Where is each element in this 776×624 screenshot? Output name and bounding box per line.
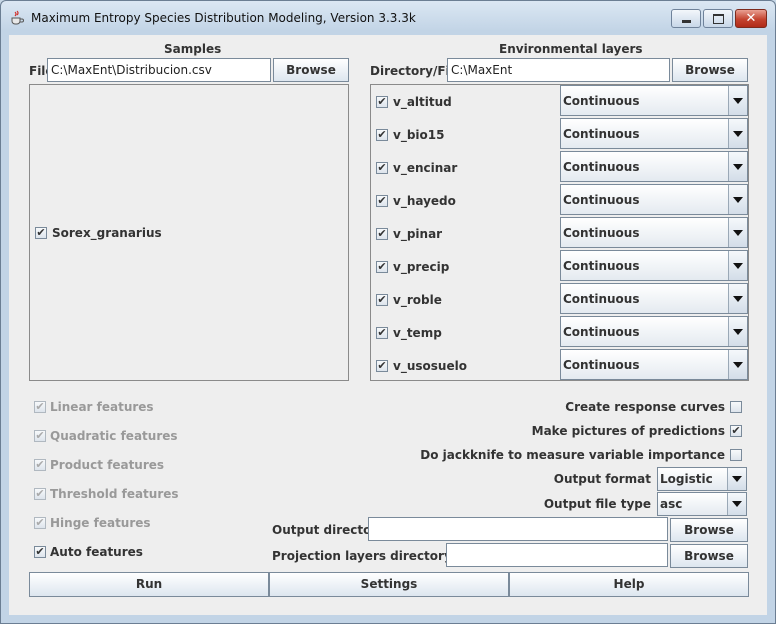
close-icon: ✕	[745, 11, 757, 26]
response-curves-checkbox[interactable]	[730, 401, 742, 413]
layer-type-select[interactable]: Continuous	[560, 85, 748, 116]
layer-checkbox[interactable]: ✔	[376, 327, 388, 339]
pictures-checkbox[interactable]: ✔	[730, 425, 742, 437]
chevron-down-icon[interactable]	[727, 493, 746, 515]
species-list: ✔ Sorex_granarius	[29, 84, 349, 381]
chevron-down-icon[interactable]	[728, 350, 747, 379]
output-type-select[interactable]: asc	[657, 492, 747, 516]
linear-features-checkbox[interactable]: ✔	[34, 401, 46, 413]
layer-type-value: Continuous	[563, 94, 640, 108]
product-features-checkbox[interactable]: ✔	[34, 459, 46, 471]
product-features-label: Product features	[50, 458, 165, 472]
settings-button[interactable]: Settings	[269, 572, 509, 597]
layer-checkbox[interactable]: ✔	[376, 195, 388, 207]
layer-type-value: Continuous	[563, 193, 640, 207]
quadratic-features-checkbox[interactable]: ✔	[34, 430, 46, 442]
layer-type-select[interactable]: Continuous	[560, 250, 748, 281]
auto-features-checkbox[interactable]: ✔	[34, 546, 46, 558]
quadratic-features-label: Quadratic features	[50, 429, 178, 443]
env-browse-button[interactable]: Browse	[672, 58, 748, 82]
layer-type-value: Continuous	[563, 358, 640, 372]
layer-name: v_hayedo	[393, 194, 456, 208]
chevron-down-icon[interactable]	[728, 119, 747, 148]
close-button[interactable]: ✕	[735, 9, 767, 28]
window-title: Maximum Entropy Species Distribution Mod…	[31, 11, 416, 25]
minimize-icon	[682, 20, 691, 23]
main-content: Samples File C:\MaxEnt\Distribucion.csv …	[9, 35, 767, 615]
pictures-label: Make pictures of predictions	[531, 424, 725, 438]
layer-type-select[interactable]: Continuous	[560, 184, 748, 215]
layer-type-select[interactable]: Continuous	[560, 217, 748, 248]
chevron-down-icon[interactable]	[728, 152, 747, 181]
env-dir-field[interactable]: C:\MaxEnt	[447, 58, 670, 82]
chevron-down-icon[interactable]	[728, 218, 747, 247]
samples-browse-button[interactable]: Browse	[273, 58, 349, 82]
layer-name: v_pinar	[393, 227, 443, 241]
output-format-select[interactable]: Logistic	[657, 467, 747, 491]
layer-checkbox[interactable]: ✔	[376, 360, 388, 372]
auto-features-label: Auto features	[50, 545, 143, 559]
projection-field[interactable]	[446, 543, 668, 567]
app-window: Maximum Entropy Species Distribution Mod…	[0, 0, 776, 624]
layer-type-value: Continuous	[563, 226, 640, 240]
output-dir-browse-button[interactable]: Browse	[670, 518, 748, 542]
title-bar: Maximum Entropy Species Distribution Mod…	[1, 1, 775, 35]
chevron-down-icon[interactable]	[728, 185, 747, 214]
layer-type-value: Continuous	[563, 127, 640, 141]
samples-header: Samples	[164, 42, 222, 56]
hinge-features-checkbox[interactable]: ✔	[34, 517, 46, 529]
layer-type-value: Continuous	[563, 292, 640, 306]
layer-name: v_bio15	[393, 128, 445, 142]
layer-type-value: Continuous	[563, 259, 640, 273]
layer-type-select[interactable]: Continuous	[560, 283, 748, 314]
env-layers-header: Environmental layers	[499, 42, 643, 56]
java-cup-icon	[11, 10, 24, 25]
species-checkbox[interactable]: ✔	[35, 227, 47, 239]
layer-checkbox[interactable]: ✔	[376, 294, 388, 306]
output-type-value: asc	[660, 497, 683, 511]
chevron-down-icon[interactable]	[728, 86, 747, 115]
layer-name: v_encinar	[393, 161, 458, 175]
output-dir-field[interactable]	[368, 517, 668, 541]
layer-name: v_usosuelo	[393, 359, 467, 373]
threshold-features-label: Threshold features	[50, 487, 179, 501]
layer-type-select[interactable]: Continuous	[560, 118, 748, 149]
env-layers-list: ✔ v_altitud Continuous ✔ v_bio15 Continu…	[370, 84, 749, 381]
chevron-down-icon[interactable]	[727, 468, 746, 490]
response-curves-label: Create response curves	[565, 400, 725, 414]
layer-checkbox[interactable]: ✔	[376, 261, 388, 273]
layer-checkbox[interactable]: ✔	[376, 96, 388, 108]
run-button[interactable]: Run	[29, 572, 269, 597]
maximize-icon	[713, 14, 724, 24]
jackknife-label: Do jackknife to measure variable importa…	[420, 448, 725, 462]
threshold-features-checkbox[interactable]: ✔	[34, 488, 46, 500]
projection-browse-button[interactable]: Browse	[670, 544, 748, 568]
species-label: Sorex_granarius	[52, 226, 162, 240]
layer-name: v_temp	[393, 326, 442, 340]
linear-features-label: Linear features	[50, 400, 154, 414]
layer-type-value: Continuous	[563, 160, 640, 174]
layer-checkbox[interactable]: ✔	[376, 228, 388, 240]
layer-name: v_altitud	[393, 95, 452, 109]
layer-type-select[interactable]: Continuous	[560, 349, 748, 380]
chevron-down-icon[interactable]	[728, 251, 747, 280]
layer-type-select[interactable]: Continuous	[560, 151, 748, 182]
minimize-button[interactable]	[671, 9, 701, 28]
chevron-down-icon[interactable]	[728, 317, 747, 346]
layer-name: v_roble	[393, 293, 442, 307]
layer-checkbox[interactable]: ✔	[376, 162, 388, 174]
help-button[interactable]: Help	[509, 572, 749, 597]
output-format-value: Logistic	[660, 472, 713, 486]
maximize-button[interactable]	[703, 9, 733, 28]
layer-type-value: Continuous	[563, 325, 640, 339]
output-format-label: Output format	[553, 472, 651, 486]
layer-type-select[interactable]: Continuous	[560, 316, 748, 347]
chevron-down-icon[interactable]	[728, 284, 747, 313]
samples-file-field[interactable]: C:\MaxEnt\Distribucion.csv	[47, 58, 271, 82]
hinge-features-label: Hinge features	[50, 516, 151, 530]
layer-checkbox[interactable]: ✔	[376, 129, 388, 141]
layer-name: v_precip	[393, 260, 450, 274]
jackknife-checkbox[interactable]	[730, 449, 742, 461]
output-type-label: Output file type	[543, 497, 651, 511]
